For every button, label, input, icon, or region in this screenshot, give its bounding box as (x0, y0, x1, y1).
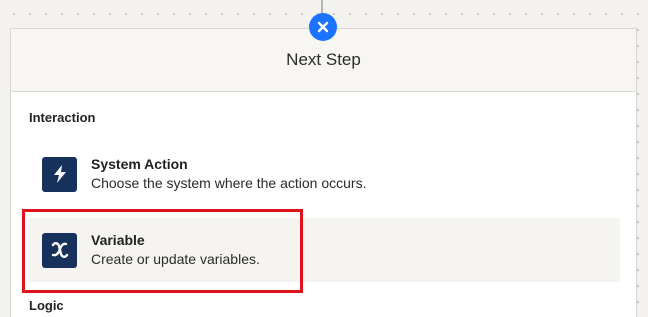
section-heading-interaction: Interaction (29, 110, 96, 125)
option-system-action[interactable]: System Action Choose the system where th… (28, 142, 620, 206)
close-button[interactable] (309, 13, 337, 41)
option-title: Variable (91, 232, 145, 248)
option-description: Choose the system where the action occur… (91, 175, 367, 191)
lightning-bolt-icon (42, 156, 77, 192)
option-title: System Action (91, 156, 188, 172)
variable-x-icon (42, 232, 77, 268)
option-variable[interactable]: Variable Create or update variables. (28, 218, 620, 282)
close-icon (317, 21, 329, 33)
option-description: Create or update variables. (91, 251, 260, 267)
panel-title: Next Step (286, 50, 361, 69)
next-step-panel: Next Step Interaction System Action Choo… (10, 28, 637, 317)
section-heading-logic: Logic (29, 298, 64, 313)
